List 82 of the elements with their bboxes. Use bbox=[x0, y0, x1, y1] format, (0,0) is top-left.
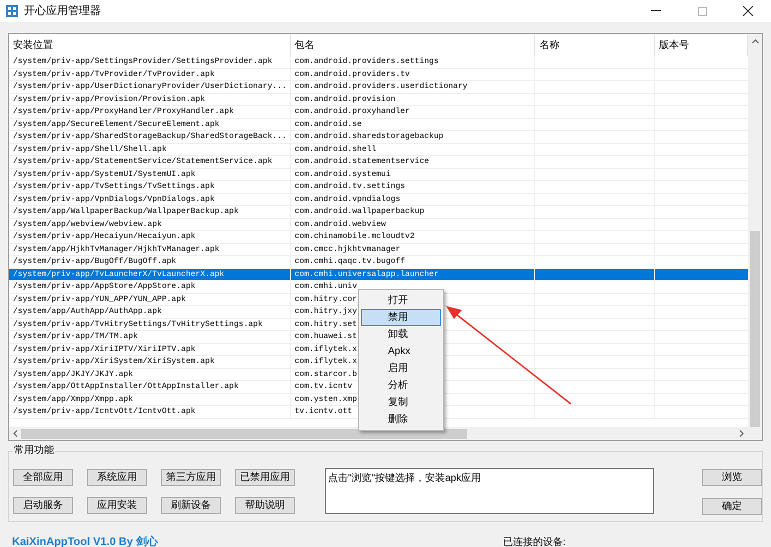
table-cell[interactable]: /system/app/AuthApp/AuthApp.apk bbox=[9, 306, 291, 318]
dialog-button[interactable]: 浏览 bbox=[702, 469, 762, 486]
table-cell[interactable] bbox=[535, 368, 656, 381]
table-cell[interactable]: /system/priv-app/Shell/Shell.apk bbox=[9, 144, 291, 156]
function-button[interactable]: 第三方应用 bbox=[161, 469, 221, 486]
table-cell[interactable]: /system/priv-app/XiriSystem/XiriSystem.apk bbox=[9, 356, 291, 368]
column-header[interactable]: 包名 bbox=[290, 34, 536, 56]
table-cell[interactable] bbox=[535, 56, 656, 68]
function-button[interactable]: 启动服务 bbox=[13, 497, 73, 514]
table-cell[interactable]: /system/priv-app/SharedStorageBackup/SharedStorageBack... bbox=[9, 131, 291, 144]
table-cell[interactable]: /system/priv-app/SystemUI/SystemUI.apk bbox=[9, 168, 291, 181]
column-header[interactable]: 安装位置 bbox=[9, 34, 291, 56]
table-cell[interactable]: /system/app/webview/webview.apk bbox=[9, 218, 291, 231]
function-button[interactable]: 应用安装 bbox=[87, 497, 147, 514]
close-icon bbox=[743, 6, 753, 16]
table-cell[interactable]: com.android.providers.tv bbox=[290, 68, 536, 81]
table-cell[interactable]: com.android.shell bbox=[290, 144, 536, 156]
scroll-right-icon[interactable] bbox=[739, 430, 744, 437]
table-cell[interactable]: /system/priv-app/TvProvider/TvProvider.apk bbox=[9, 68, 291, 81]
device-label: 已连接的设备: bbox=[502, 536, 566, 547]
table-cell[interactable] bbox=[535, 381, 656, 394]
function-button[interactable]: 刷新设备 bbox=[161, 497, 221, 514]
table-cell[interactable]: com.android.sharedstoragebackup bbox=[290, 131, 536, 144]
table-cell[interactable]: /system/priv-app/TvSettings/TvSettings.apk bbox=[9, 181, 291, 194]
menu-item[interactable]: Apkx bbox=[361, 343, 441, 360]
table-cell[interactable]: com.android.webview bbox=[290, 218, 536, 231]
table-cell[interactable]: /system/priv-app/TvHitrySettings/TvHitrySettings.apk bbox=[9, 318, 291, 331]
horizontal-scrollbar[interactable] bbox=[9, 427, 762, 440]
table-cell[interactable]: /system/app/Xmpp/Xmpp.apk bbox=[9, 394, 291, 406]
table-cell[interactable]: com.android.vpndialogs bbox=[290, 194, 536, 206]
table-cell[interactable]: /system/priv-app/VpnDialogs/VpnDialogs.apk bbox=[9, 194, 291, 206]
table-cell[interactable]: com.android.statementservice bbox=[290, 156, 536, 168]
table-cell[interactable]: com.android.provision bbox=[290, 94, 536, 106]
table-cell[interactable]: /system/priv-app/StatementService/StatementService.apk bbox=[9, 156, 291, 168]
function-button[interactable]: 全部应用 bbox=[13, 469, 73, 486]
table-cell[interactable]: /system/app/OttAppInstaller/OttAppInstaller.apk bbox=[9, 381, 291, 394]
credit-label: KaiXinAppTool V1.0 By 剑心 bbox=[12, 534, 158, 547]
vertical-scrollbar[interactable] bbox=[748, 34, 762, 427]
table-cell[interactable]: /system/priv-app/UserDictionaryProvider/UserDictionary... bbox=[9, 81, 291, 94]
table-cell[interactable] bbox=[535, 394, 656, 406]
table-cell[interactable]: /system/priv-app/Hecaiyun/Hecaiyun.apk bbox=[9, 231, 291, 244]
table-cell[interactable]: /system/priv-app/TM/TM.apk bbox=[9, 331, 291, 344]
table-cell[interactable]: /system/app/SecureElement/SecureElement.apk bbox=[9, 118, 291, 131]
table-cell[interactable] bbox=[655, 268, 748, 281]
maximize-icon bbox=[698, 6, 706, 16]
minimize-icon bbox=[651, 10, 661, 12]
table-cell[interactable] bbox=[535, 268, 656, 281]
dialog-button[interactable]: 确定 bbox=[702, 498, 762, 515]
menu-item[interactable]: 打开 bbox=[361, 292, 441, 309]
message-box[interactable]: 点击"浏览"按键选择，安装apk应用 bbox=[325, 468, 654, 514]
table-cell[interactable]: com.cmhi.universalapp.launcher bbox=[290, 268, 536, 281]
table-cell[interactable] bbox=[535, 281, 656, 294]
table-cell[interactable]: /system/priv-app/YUN_APP/YUN_APP.apk bbox=[9, 294, 291, 306]
table-cell[interactable]: com.android.providers.settings bbox=[290, 56, 536, 68]
function-button[interactable]: 已禁用应用 bbox=[235, 469, 295, 486]
table-cell[interactable]: /system/priv-app/Provision/Provision.apk bbox=[9, 94, 291, 106]
function-button[interactable]: 系统应用 bbox=[87, 469, 147, 486]
table-cell[interactable]: com.android.tv.settings bbox=[290, 181, 536, 194]
table-cell[interactable] bbox=[535, 406, 656, 418]
table-cell[interactable]: /system/priv-app/TvLauncherX/TvLauncherX.apk bbox=[9, 268, 291, 281]
table-cell[interactable]: com.android.proxyhandler bbox=[290, 106, 536, 118]
table-cell[interactable]: com.android.systemui bbox=[290, 168, 536, 181]
table-cell[interactable]: /system/priv-app/ProxyHandler/ProxyHandler.apk bbox=[9, 106, 291, 118]
table-cell[interactable]: com.android.wallpaperbackup bbox=[290, 206, 536, 218]
table-cell[interactable]: /system/app/WallpaperBackup/WallpaperBackup.apk bbox=[9, 206, 291, 218]
app-icon bbox=[6, 5, 18, 17]
table-cell[interactable]: /system/app/HjkhTvManager/HjkhTvManager.apk bbox=[9, 244, 291, 256]
table-cell[interactable]: /system/priv-app/XiriIPTV/XiriIPTV.apk bbox=[9, 344, 291, 356]
function-button[interactable]: 帮助说明 bbox=[235, 497, 295, 514]
table-cell[interactable]: com.android.providers.userdictionary bbox=[290, 81, 536, 94]
table-cell[interactable]: /system/priv-app/AppStore/AppStore.apk bbox=[9, 281, 291, 294]
window-title: 开心应用管理器 bbox=[24, 4, 101, 19]
scroll-up-icon[interactable] bbox=[752, 39, 758, 44]
table-cell[interactable]: com.cmcc.hjkhtvmanager bbox=[290, 244, 536, 256]
table-cell[interactable]: /system/priv-app/IcntvOtt/IcntvOtt.apk bbox=[9, 406, 291, 418]
table-cell[interactable]: com.chinamobile.mcloudtv2 bbox=[290, 231, 536, 244]
menu-item[interactable]: 禁用 bbox=[361, 309, 441, 326]
scroll-left-icon[interactable] bbox=[13, 430, 18, 437]
table-cell[interactable]: /system/app/JKJY/JKJY.apk bbox=[9, 368, 291, 381]
table-cell[interactable]: com.android.se bbox=[290, 118, 536, 131]
column-header[interactable]: 名称 bbox=[535, 34, 656, 56]
table-cell[interactable]: /system/priv-app/SettingsProvider/SettingsProvider.apk bbox=[9, 56, 291, 68]
